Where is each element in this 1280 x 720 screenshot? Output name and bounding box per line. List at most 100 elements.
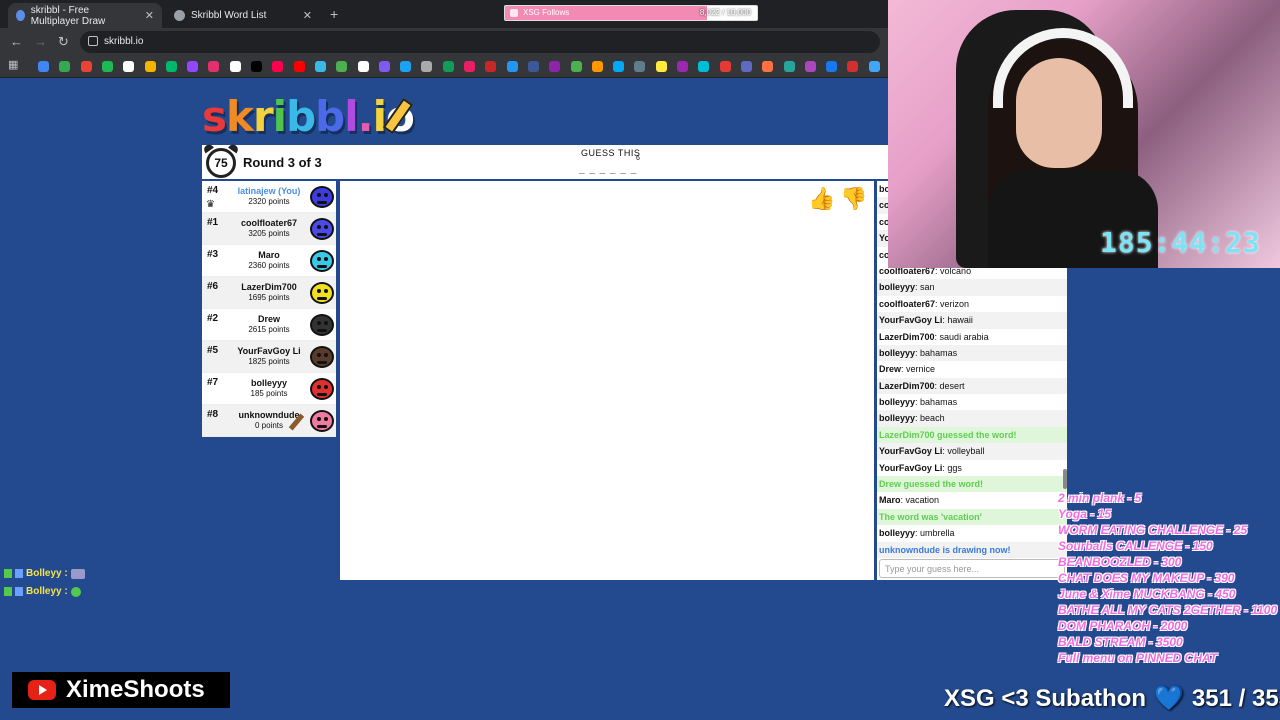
chat-text: umbrella bbox=[920, 528, 955, 539]
url-text: skribbl.io bbox=[104, 36, 144, 47]
close-icon[interactable]: ✕ bbox=[145, 9, 154, 22]
bookmark-icon[interactable] bbox=[378, 61, 390, 72]
chat-username: bolleyyy bbox=[879, 413, 916, 424]
bookmark-icon[interactable] bbox=[677, 61, 688, 72]
bookmark-icon[interactable] bbox=[144, 61, 156, 72]
follow-goal-label: XSG Follows bbox=[523, 8, 570, 17]
player-points: 2360 points bbox=[248, 261, 290, 270]
player-row[interactable]: #6 LazerDim700 1695 points bbox=[202, 277, 336, 309]
site-info-icon[interactable] bbox=[88, 36, 98, 46]
player-points: 2320 points bbox=[248, 197, 290, 206]
chat-text: desert bbox=[939, 380, 965, 391]
player-row[interactable]: #1 coolfloater67 3205 points bbox=[202, 213, 336, 245]
subathon-menu: 2 min plank - 5 Yoga - 15 WORM EATING CHAL… bbox=[1058, 490, 1277, 666]
chat-message: bolleyyy: beach bbox=[877, 410, 1067, 427]
bookmark-icon[interactable] bbox=[165, 61, 177, 72]
bookmark-icon[interactable] bbox=[59, 61, 71, 72]
bookmark-icon[interactable] bbox=[314, 61, 326, 72]
chat-text: bahamas bbox=[920, 347, 958, 358]
close-icon[interactable]: ✕ bbox=[303, 9, 312, 22]
url-field[interactable]: skribbl.io bbox=[80, 31, 880, 53]
chat-scrollbar[interactable] bbox=[1063, 469, 1067, 489]
bookmark-icon[interactable] bbox=[400, 61, 412, 72]
badge-icon bbox=[4, 587, 12, 596]
game-header: 75 Round 3 of 3 GUESS THIS 6 _ _ _ _ _ _ bbox=[202, 145, 890, 179]
bookmark-icon[interactable] bbox=[485, 61, 497, 72]
chat-message: coolfloater67: verizon bbox=[879, 298, 970, 309]
bookmark-icon[interactable] bbox=[80, 61, 92, 72]
player-row[interactable]: #7 bolleyyy 185 points bbox=[202, 373, 336, 405]
bookmark-icon[interactable] bbox=[783, 61, 795, 72]
new-tab-icon[interactable]: + bbox=[330, 6, 338, 22]
chat-username: Bolleyy : bbox=[26, 586, 68, 597]
subathon-label: XSG <3 Subathon bbox=[944, 684, 1147, 712]
chat-text: san bbox=[920, 282, 935, 293]
player-row[interactable]: #5 YourFavGoy Li 1825 points bbox=[202, 341, 336, 373]
player-row[interactable]: #3 Maro 2360 points bbox=[202, 245, 336, 277]
bookmark-icon[interactable] bbox=[251, 61, 262, 72]
bookmark-icon[interactable] bbox=[655, 61, 667, 72]
bookmark-icon[interactable] bbox=[187, 61, 199, 72]
bookmark-icon[interactable] bbox=[634, 61, 646, 72]
chat-username: YourFavGoy Li bbox=[879, 446, 943, 457]
bookmark-icon[interactable] bbox=[421, 61, 433, 72]
bookmark-icon[interactable] bbox=[336, 61, 348, 72]
player-name: YourFavGoy Li bbox=[237, 346, 301, 356]
bookmark-icon[interactable] bbox=[208, 61, 220, 72]
chat-username: LazerDim700 bbox=[879, 380, 935, 391]
bookmark-icon[interactable] bbox=[719, 61, 731, 72]
bookmark-icon[interactable] bbox=[549, 61, 561, 72]
chat-text: volleyball bbox=[947, 446, 985, 457]
player-name: Drew bbox=[257, 314, 280, 324]
tab-word-list[interactable]: Skribbl Word List ✕ bbox=[166, 3, 320, 28]
bookmark-icon[interactable] bbox=[464, 61, 475, 72]
back-arrow-icon[interactable]: ← bbox=[10, 34, 23, 49]
player-rank: #4 bbox=[207, 185, 219, 196]
thumbs-up-icon[interactable]: 👍 bbox=[808, 185, 835, 213]
word-length: 6 bbox=[636, 155, 640, 162]
chat-text: vacation bbox=[905, 495, 940, 506]
bookmark-icon[interactable] bbox=[847, 61, 859, 72]
thumbs-down-icon[interactable]: 👎 bbox=[840, 185, 867, 213]
menu-item: Full menu on PINNED CHAT bbox=[1058, 651, 1218, 665]
drawing-canvas[interactable]: 👍 👎 bbox=[340, 181, 874, 580]
bookmark-icon[interactable] bbox=[272, 61, 284, 72]
player-row[interactable]: #8 unknowndude 0 points bbox=[202, 405, 336, 437]
guess-input[interactable]: Type your guess here... bbox=[879, 559, 1065, 578]
emote-icon bbox=[70, 568, 85, 579]
tab-skribbl[interactable]: skribbl - Free Multiplayer Draw ✕ bbox=[8, 3, 162, 28]
bookmark-icon[interactable] bbox=[527, 61, 539, 72]
bookmark-icon[interactable] bbox=[123, 61, 135, 72]
player-points: 2615 points bbox=[248, 325, 290, 334]
bookmark-icon[interactable] bbox=[570, 61, 582, 72]
bookmark-icon[interactable] bbox=[101, 61, 113, 72]
bookmark-icon[interactable] bbox=[740, 61, 752, 72]
player-row[interactable]: #4 ♛ latinajew (You) 2320 points bbox=[202, 181, 336, 213]
bookmark-icon[interactable] bbox=[293, 61, 305, 72]
bookmark-icon[interactable] bbox=[229, 61, 241, 72]
bookmark-icon[interactable] bbox=[762, 61, 774, 72]
bookmark-icon[interactable] bbox=[591, 61, 603, 72]
bookmark-icon[interactable] bbox=[868, 61, 880, 72]
player-row[interactable]: #2 Drew 2615 points bbox=[202, 309, 336, 341]
bookmark-icon[interactable] bbox=[506, 61, 518, 72]
bookmark-icon[interactable] bbox=[613, 61, 625, 72]
player-avatar bbox=[308, 278, 335, 308]
chat-username: YourFavGoy Li bbox=[879, 462, 943, 473]
bookmark-icon[interactable] bbox=[698, 61, 710, 72]
chat-username: YourFavGoy Li bbox=[879, 315, 943, 326]
bookmark-icon[interactable] bbox=[804, 61, 816, 72]
chat-username: Drew bbox=[879, 364, 902, 375]
bookmark-icon[interactable] bbox=[38, 61, 49, 72]
chat-message: bolleyyy: bahamas bbox=[879, 397, 958, 408]
badge-icon bbox=[15, 569, 23, 578]
reload-icon[interactable]: ↻ bbox=[58, 34, 69, 50]
bookmark-icon[interactable] bbox=[826, 61, 838, 72]
forward-arrow-icon[interactable]: → bbox=[34, 34, 47, 49]
bookmark-icon[interactable] bbox=[442, 61, 454, 72]
player-list: #4 ♛ latinajew (You) 2320 points #1 coolfloat… bbox=[202, 181, 336, 437]
heart-icon: 💙 bbox=[1154, 685, 1184, 712]
player-rank: #3 bbox=[207, 249, 219, 260]
apps-grid-icon[interactable]: ▦ bbox=[8, 58, 18, 71]
bookmark-icon[interactable] bbox=[357, 61, 369, 72]
